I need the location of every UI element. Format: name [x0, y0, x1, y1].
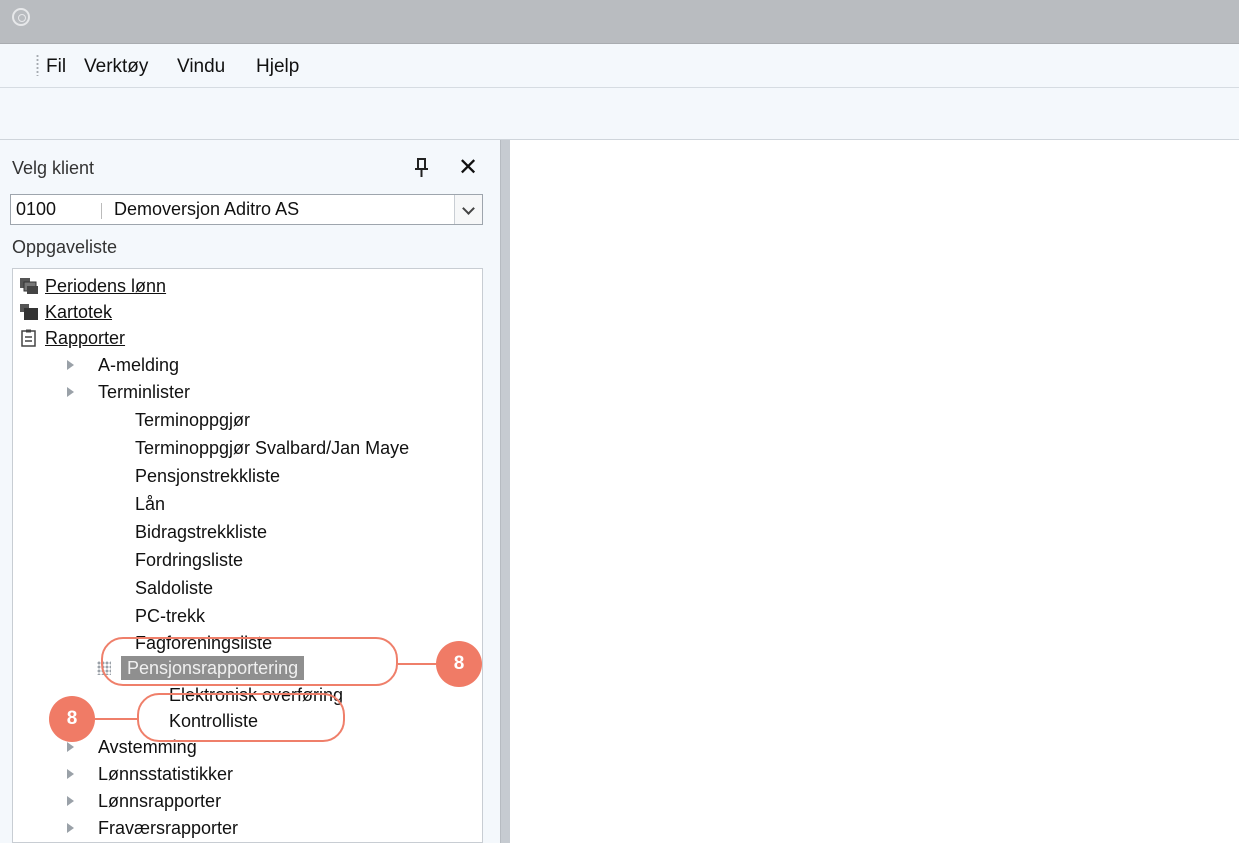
callout-badge: 8: [436, 641, 482, 687]
main-content-area: [510, 140, 1239, 843]
expand-arrow-icon[interactable]: [67, 360, 74, 370]
clipboard-icon: [21, 329, 36, 347]
expand-arrow-icon[interactable]: [67, 769, 74, 779]
callout-ring-kontrolliste: [137, 693, 345, 742]
menu-vindu[interactable]: Vindu: [177, 56, 225, 78]
app-logo-icon: [12, 8, 30, 26]
client-name: Demoversjon Aditro AS: [114, 199, 300, 219]
menu-fil[interactable]: Fil: [46, 56, 66, 78]
menu-verktoy[interactable]: Verktøy: [84, 56, 148, 78]
tree-item-fravaersrapporter[interactable]: Fraværsrapporter: [67, 815, 238, 841]
tree-item-lan[interactable]: Lån: [135, 491, 165, 517]
tree-item-label: Fraværsrapporter: [98, 818, 239, 838]
tree-item-kartotek[interactable]: Kartotek: [19, 299, 112, 325]
panel-header: Velg klient ✕: [0, 154, 500, 186]
tree-item-saldoliste[interactable]: Saldoliste: [135, 575, 213, 601]
callout-badge: 8: [49, 696, 95, 742]
pin-icon[interactable]: [412, 156, 432, 180]
tree-item-terminlister[interactable]: Terminlister: [67, 379, 190, 405]
tree-item-pensjonstrekkliste[interactable]: Pensjonstrekkliste: [135, 463, 280, 489]
tree-item-terminoppgjor[interactable]: Terminoppgjør: [135, 407, 250, 433]
payroll-icon: [20, 278, 38, 294]
chevron-down-icon[interactable]: [454, 195, 482, 224]
task-list-heading: Oppgaveliste: [12, 237, 118, 257]
tree-item-terminoppgjor-svalbard[interactable]: Terminoppgjør Svalbard/Jan Maye: [135, 435, 409, 461]
expand-arrow-icon[interactable]: [67, 796, 74, 806]
callout-connector: [398, 663, 436, 665]
tree-item-bidragstrekkliste[interactable]: Bidragstrekkliste: [135, 519, 267, 545]
tree-item-label: Lønnsrapporter: [98, 791, 222, 811]
panel-title: Velg klient: [12, 158, 95, 178]
tree-item-label: Lønnsstatistikker: [98, 764, 234, 784]
callout-connector: [95, 718, 137, 720]
tree-item-lonnsstatistikker[interactable]: Lønnsstatistikker: [67, 761, 233, 787]
tree-item-periodens-lonn[interactable]: Periodens lønn: [19, 273, 166, 299]
client-select[interactable]: 0100 Demoversjon Aditro AS: [10, 194, 483, 225]
client-code: 0100: [16, 199, 57, 219]
toolbar: [0, 88, 1239, 140]
tree-item-lonnsrapporter[interactable]: Lønnsrapporter: [67, 788, 221, 814]
toolbar-grip-icon[interactable]: [36, 54, 39, 76]
close-icon[interactable]: ✕: [458, 154, 478, 182]
title-bar: [0, 0, 1239, 44]
tree-item-pc-trekk[interactable]: PC-trekk: [135, 603, 205, 629]
tree-item-label: A-melding: [98, 355, 180, 375]
panel-splitter[interactable]: [500, 140, 510, 843]
client-separator: [101, 203, 102, 219]
tree-item-a-melding[interactable]: A-melding: [67, 352, 179, 378]
tree-item-rapporter[interactable]: Rapporter: [19, 325, 125, 351]
tree-item-label: Rapporter: [45, 328, 126, 348]
expand-arrow-icon[interactable]: [67, 823, 74, 833]
callout-ring-pensjonsrapportering: [101, 637, 398, 686]
tree-item-label: Terminlister: [98, 382, 191, 402]
tree-item-fordringsliste[interactable]: Fordringsliste: [135, 547, 243, 573]
menu-bar: Fil Verktøy Vindu Hjelp: [0, 44, 1239, 88]
tree-item-label: Kartotek: [45, 302, 113, 322]
expand-arrow-icon[interactable]: [67, 387, 74, 397]
expand-arrow-icon[interactable]: [67, 742, 74, 752]
tree-item-label: Periodens lønn: [45, 276, 167, 296]
task-tree[interactable]: Periodens lønn Kartotek Rapporter A-meld…: [12, 268, 483, 843]
archive-icon: [20, 304, 38, 320]
menu-hjelp[interactable]: Hjelp: [256, 56, 299, 78]
